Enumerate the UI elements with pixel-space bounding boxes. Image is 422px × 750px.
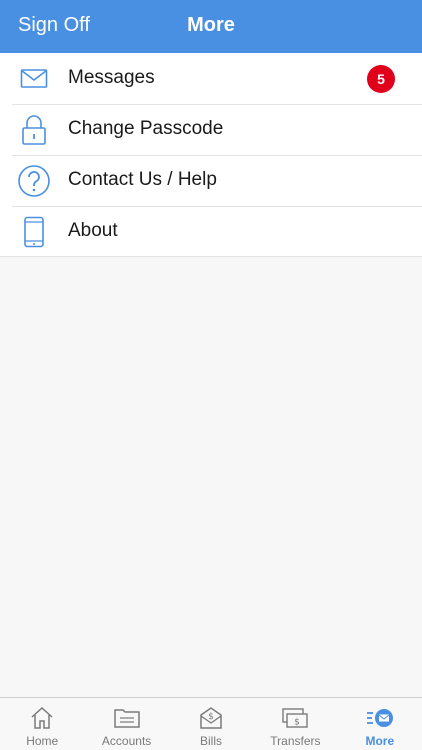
home-icon (27, 706, 57, 730)
tab-transfers[interactable]: $ Transfers (253, 698, 337, 750)
tab-more[interactable]: More (338, 698, 422, 750)
menu-item-label: Change Passcode (68, 118, 224, 139)
svg-text:$: $ (208, 712, 214, 722)
tab-accounts[interactable]: Accounts (84, 698, 168, 750)
tab-label: Transfers (270, 734, 321, 748)
question-icon (16, 163, 52, 199)
menu-item-label: About (68, 220, 118, 241)
top-nav-bar: Sign Off More (0, 0, 422, 53)
page-title: More (187, 14, 235, 36)
lock-icon (16, 112, 52, 148)
menu-item-contact-help[interactable]: Contact Us / Help (0, 155, 422, 206)
tab-home[interactable]: Home (0, 698, 84, 750)
more-mail-icon (365, 706, 395, 730)
tab-label: More (365, 734, 395, 748)
menu-item-about[interactable]: About (0, 206, 422, 257)
envelope-icon (16, 61, 52, 97)
folder-icon (112, 706, 142, 730)
phone-icon (16, 214, 52, 250)
menu-item-change-passcode[interactable]: Change Passcode (0, 104, 422, 155)
unread-count-badge: 5 (367, 65, 395, 93)
tab-label: Bills (200, 734, 223, 748)
bill-envelope-icon: $ (196, 706, 226, 730)
menu-item-label: Messages (68, 67, 155, 88)
menu-item-messages[interactable]: Messages 5 (0, 53, 422, 104)
bottom-tab-bar: Home Accounts $ Bills $ Transfers More (0, 697, 422, 750)
more-menu-list: Messages 5 Change Passcode Contact Us / … (0, 53, 422, 257)
menu-item-label: Contact Us / Help (68, 169, 217, 190)
tab-label: Accounts (101, 734, 152, 748)
tab-bills[interactable]: $ Bills (169, 698, 253, 750)
money-transfer-icon: $ (280, 706, 310, 730)
tab-label: Home (26, 734, 59, 748)
list-divider (0, 256, 422, 257)
svg-text:$: $ (295, 718, 301, 728)
